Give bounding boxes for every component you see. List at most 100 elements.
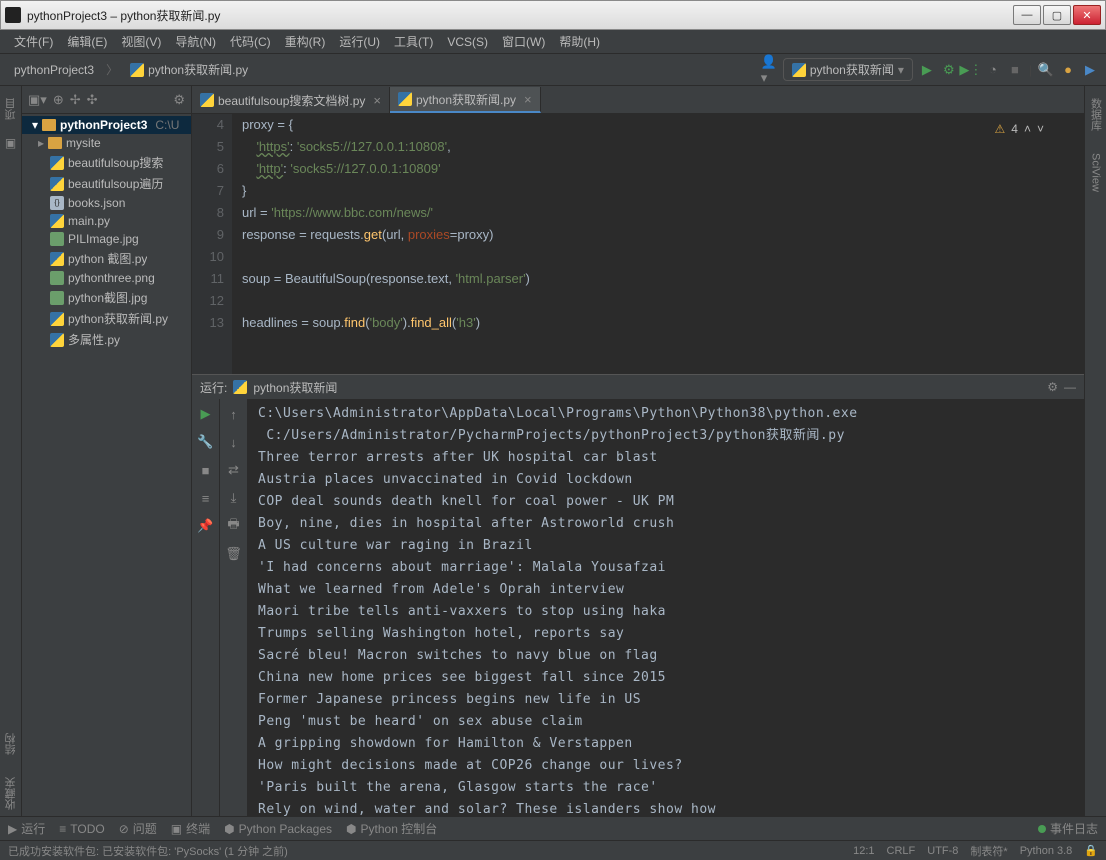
run-config-label: python获取新闻 [810, 61, 894, 78]
terminal-tab[interactable]: ▣ 终端 [171, 820, 210, 837]
menu-tools[interactable]: 工具(T) [388, 31, 439, 52]
inspection-widget[interactable]: ⚠ 4 ˄ ˅ [995, 118, 1044, 140]
settings-icon[interactable]: ⚙ [173, 92, 185, 108]
gear-icon[interactable]: ⚙ [1047, 380, 1058, 394]
expand-icon[interactable]: ✢ [70, 92, 81, 108]
profile-button[interactable]: ◔ [985, 62, 1001, 78]
tree-item[interactable]: PILImage.jpg [22, 230, 191, 248]
tree-item[interactable]: beautifulsoup遍历 [22, 173, 191, 194]
search-everywhere-icon[interactable]: 🔍 [1038, 62, 1054, 78]
editor-tab[interactable]: beautifulsoup搜索文档树.py × [192, 87, 390, 113]
project-select-icon[interactable]: ▣▾ [28, 92, 47, 108]
menu-view[interactable]: 视图(V) [115, 31, 167, 52]
up-icon[interactable]: ˄ [1024, 118, 1031, 140]
run-label: 运行: [200, 379, 227, 396]
line-separator[interactable]: CRLF [887, 845, 916, 857]
menu-vcs[interactable]: VCS(S) [441, 33, 494, 51]
tree-item[interactable]: ▸mysite [22, 134, 191, 152]
editor-area: beautifulsoup搜索文档树.py × python获取新闻.py × … [192, 86, 1084, 374]
run-title: python获取新闻 [253, 379, 337, 396]
print-icon[interactable]: 🖶 [225, 517, 243, 535]
editor-tabs: beautifulsoup搜索文档树.py × python获取新闻.py × [192, 86, 1084, 114]
ide-features-icon[interactable]: ▶ [1082, 62, 1098, 78]
pin-icon[interactable]: 📌 [197, 517, 215, 535]
tree-item[interactable]: pythonthree.png [22, 269, 191, 287]
python-icon [398, 92, 412, 106]
console-output[interactable]: C:\Users\Administrator\AppData\Local\Pro… [248, 399, 1084, 816]
debug-button[interactable]: ⚙ [941, 62, 957, 78]
tree-root-label: pythonProject3 [60, 118, 147, 132]
window-titlebar: pythonProject3 – python获取新闻.py — ▢ ✕ [0, 0, 1106, 30]
project-pane-header: ▣▾ ⊕ ✢ ✣ ⚙ [22, 86, 191, 114]
event-log-tab[interactable]: 事件日志 [1038, 820, 1098, 837]
problems-tab[interactable]: ⊘ 问题 [119, 820, 157, 837]
stop-button[interactable]: ■ [1007, 62, 1023, 78]
minimize-button[interactable]: — [1013, 5, 1041, 25]
indent-info[interactable]: 制表符* [970, 843, 1007, 859]
soft-wrap-icon[interactable]: ⇄ [225, 461, 243, 479]
run-tab[interactable]: ▶ 运行 [8, 820, 45, 837]
hide-icon[interactable]: — [1064, 380, 1076, 394]
user-icon[interactable]: 👤▾ [761, 62, 777, 78]
menu-navigate[interactable]: 导航(N) [169, 31, 222, 52]
lock-icon[interactable]: 🔒 [1084, 844, 1098, 857]
editor-tab-active[interactable]: python获取新闻.py × [390, 87, 541, 113]
folder-icon[interactable]: ▣ [5, 136, 16, 150]
up-icon[interactable]: ↑ [225, 405, 243, 423]
tree-item[interactable]: python获取新闻.py [22, 308, 191, 329]
stop-icon[interactable]: ■ [197, 461, 215, 479]
tree-item[interactable]: {}books.json [22, 194, 191, 212]
run-config-selector[interactable]: python获取新闻 ▾ [783, 58, 913, 81]
rerun-button[interactable]: ▶ [197, 405, 215, 423]
file-encoding[interactable]: UTF-8 [927, 845, 958, 857]
down-icon[interactable]: ↓ [225, 433, 243, 451]
project-pane: ▣▾ ⊕ ✢ ✣ ⚙ ▾ pythonProject3 C:\U ▸mysite… [22, 86, 192, 816]
tree-item[interactable]: beautifulsoup搜索 [22, 152, 191, 173]
trash-icon[interactable]: 🗑 [225, 545, 243, 563]
collapse-icon[interactable]: ✣ [87, 92, 98, 108]
packages-tab[interactable]: ⬢ Python Packages [224, 822, 332, 836]
sciview-tool-button[interactable]: SciView [1090, 147, 1102, 198]
database-tool-button[interactable]: 数据库 [1088, 92, 1104, 137]
todo-tab[interactable]: ≡ TODO [59, 822, 104, 836]
maximize-button[interactable]: ▢ [1043, 5, 1071, 25]
update-icon[interactable]: ● [1060, 62, 1076, 78]
tree-item[interactable]: python截图.jpg [22, 287, 191, 308]
cursor-position[interactable]: 12:1 [853, 845, 874, 857]
menu-window[interactable]: 窗口(W) [496, 31, 551, 52]
menu-run[interactable]: 运行(U) [333, 31, 386, 52]
warning-count: 4 [1011, 118, 1018, 140]
layout-icon[interactable]: ≡ [197, 489, 215, 507]
python-icon [130, 63, 144, 77]
scroll-icon[interactable]: ⤓ [225, 489, 243, 507]
down-icon[interactable]: ˅ [1037, 118, 1044, 140]
tree-item[interactable]: python 截图.py [22, 248, 191, 269]
tree-item[interactable]: main.py [22, 212, 191, 230]
locate-icon[interactable]: ⊕ [53, 92, 64, 108]
tab-label: beautifulsoup搜索文档树.py [218, 92, 365, 109]
code-editor[interactable]: 45678910111213 proxy = { 'https': 'socks… [192, 114, 1084, 374]
breadcrumb-file[interactable]: python获取新闻.py [124, 59, 254, 80]
close-button[interactable]: ✕ [1073, 5, 1101, 25]
wrench-icon[interactable]: 🔧 [197, 433, 215, 451]
tree-item[interactable]: 多属性.py [22, 329, 191, 350]
close-icon[interactable]: × [373, 93, 381, 108]
run-button[interactable]: ▶ [919, 62, 935, 78]
python-icon [792, 63, 806, 77]
menu-file[interactable]: 文件(F) [8, 31, 59, 52]
close-icon[interactable]: × [524, 92, 532, 107]
structure-tool-button[interactable]: 结构 [3, 727, 19, 761]
menu-help[interactable]: 帮助(H) [553, 31, 606, 52]
python-interpreter[interactable]: Python 3.8 [1020, 845, 1073, 857]
favorites-tool-button[interactable]: 收藏夹 [3, 771, 19, 816]
breadcrumb-project[interactable]: pythonProject3 [8, 61, 100, 79]
python-console-tab[interactable]: ⬢ Python 控制台 [346, 820, 437, 837]
run-coverage-button[interactable]: ▶⋮ [963, 62, 979, 78]
project-tool-button[interactable]: 项目 [3, 92, 19, 126]
code-content[interactable]: proxy = { 'https': 'socks5://127.0.0.1:1… [232, 114, 1084, 374]
tree-root[interactable]: ▾ pythonProject3 C:\U [22, 116, 191, 134]
project-tree[interactable]: ▾ pythonProject3 C:\U ▸mysitebeautifulso… [22, 114, 191, 352]
menu-refactor[interactable]: 重构(R) [279, 31, 332, 52]
menu-code[interactable]: 代码(C) [224, 31, 277, 52]
menu-edit[interactable]: 编辑(E) [61, 31, 113, 52]
